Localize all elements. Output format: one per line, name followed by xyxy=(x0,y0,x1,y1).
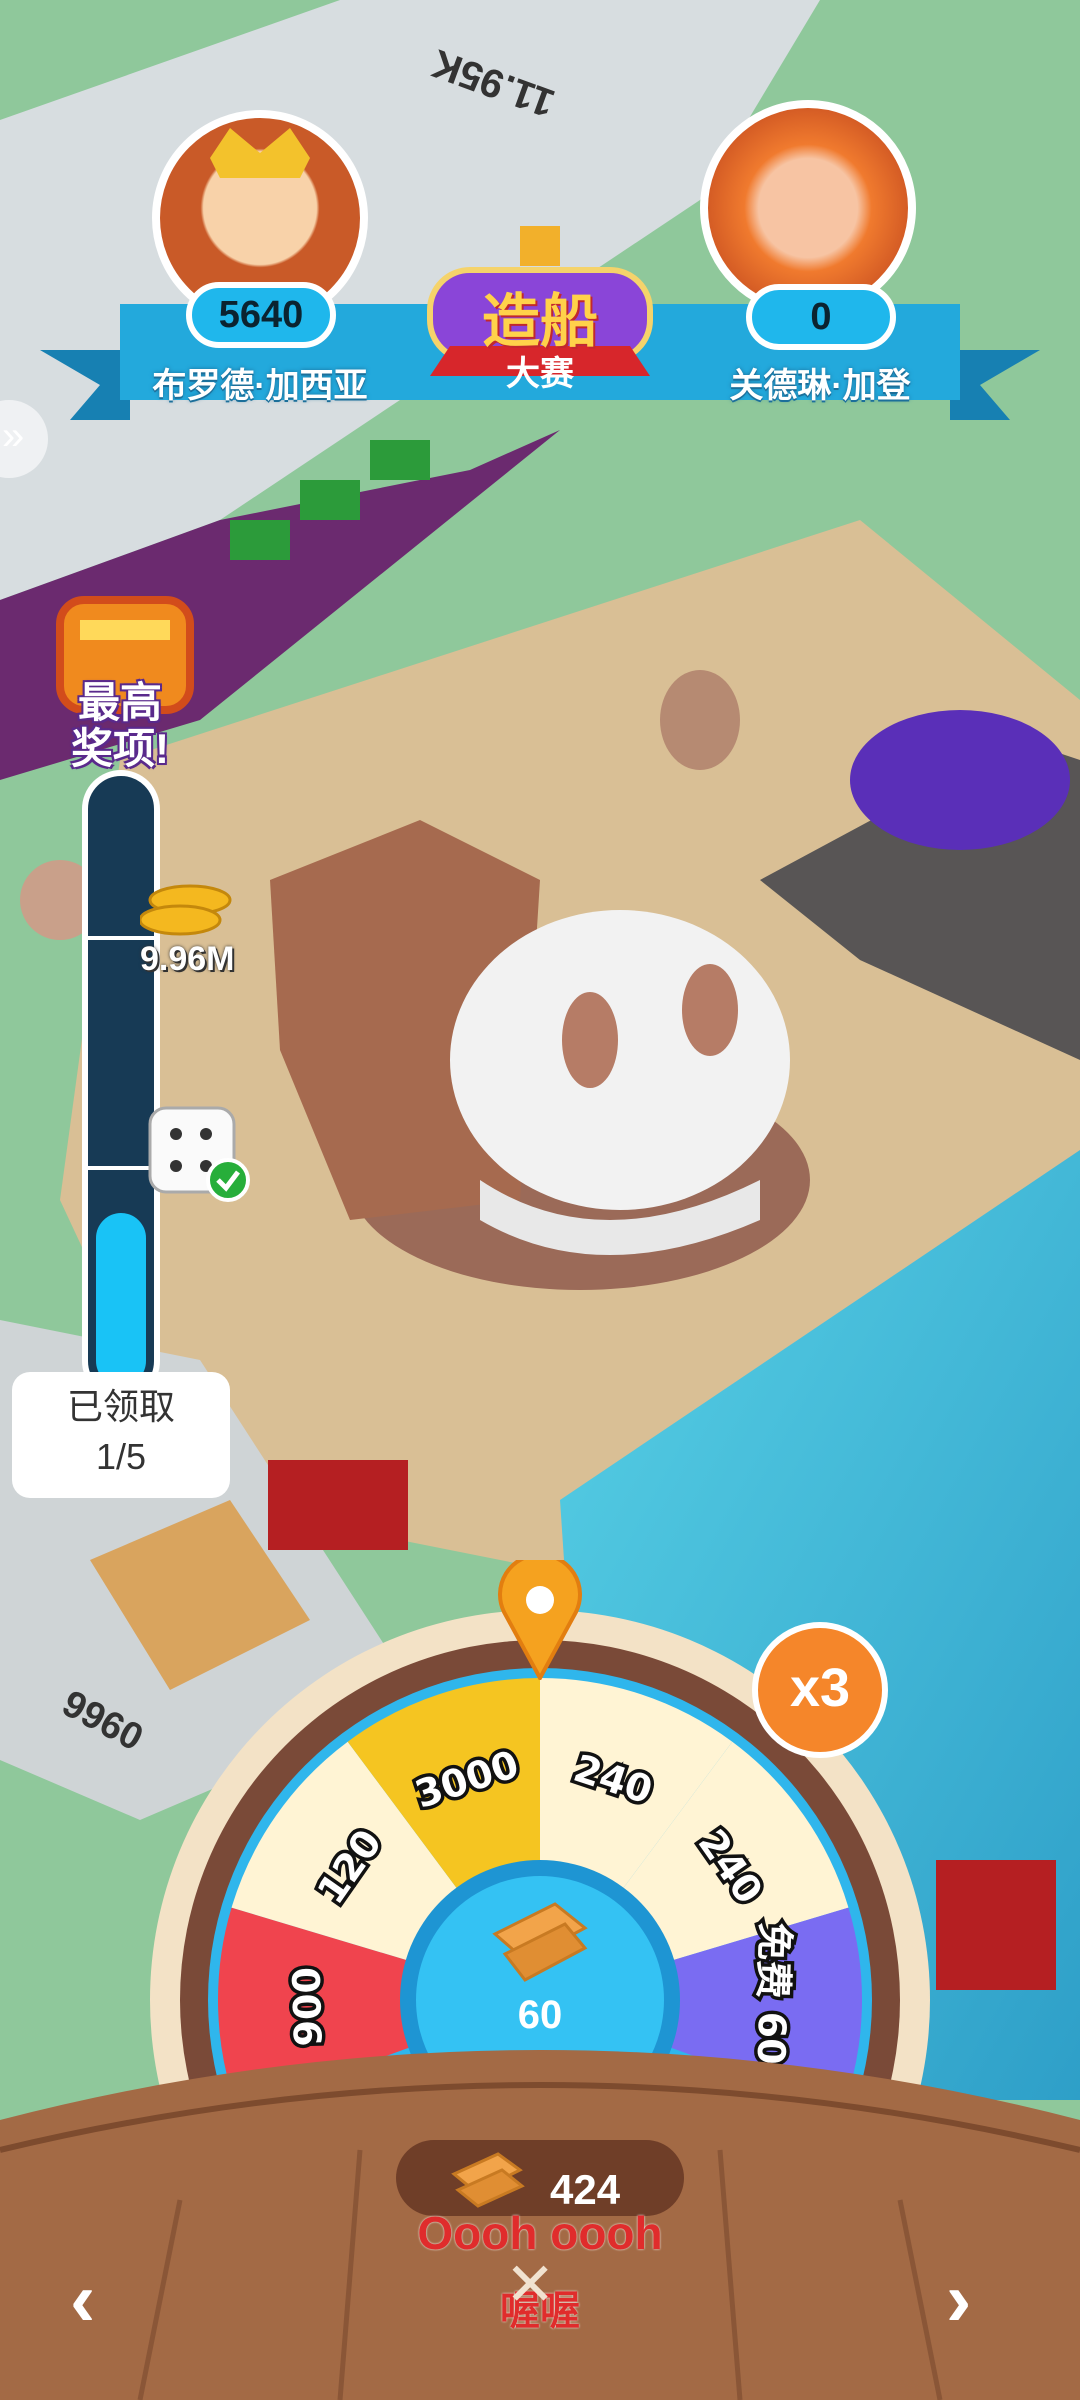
progress-track xyxy=(82,770,160,1400)
wood-deck-graphic xyxy=(0,2050,1080,2400)
claimed-box: 已领取 1/5 xyxy=(12,1372,230,1498)
chevron-left-icon: ‹ xyxy=(70,2257,96,2342)
wood-plank-icon xyxy=(492,1902,588,1982)
event-title-line2: 大赛 xyxy=(506,355,574,393)
player-left-score: 5640 xyxy=(186,282,336,348)
next-arrow-button[interactable]: › xyxy=(946,2260,1016,2340)
wheel-pointer-icon xyxy=(498,1560,582,1680)
multiplier-label: x3 xyxy=(789,1658,851,1718)
player-right-name: 关德琳·加登 xyxy=(729,367,911,405)
chevron-right-icon: › xyxy=(946,2257,972,2342)
player-left-name: 布罗德·加西亚 xyxy=(152,367,368,405)
multiplier-button[interactable]: x3 xyxy=(752,1622,888,1758)
close-icon: ✕ xyxy=(505,2251,556,2318)
player-right-score: 0 xyxy=(746,284,896,350)
top-prize-label-line1: 最高 xyxy=(77,679,162,726)
wood-plank-icon xyxy=(451,2152,525,2208)
claimed-label: 已领取 xyxy=(66,1386,175,1427)
reward-amount: 9.96M xyxy=(140,940,235,978)
close-button[interactable]: ✕ xyxy=(505,2250,575,2320)
claimed-count: 1/5 xyxy=(95,1436,147,1477)
event-badge[interactable]: 造船 大赛 xyxy=(420,226,660,406)
prev-arrow-button[interactable]: ‹ xyxy=(70,2260,140,2340)
progress-fill xyxy=(96,1212,146,1386)
top-prize-label-line2: 奖项! xyxy=(71,725,169,772)
dice-icon xyxy=(148,1106,250,1202)
